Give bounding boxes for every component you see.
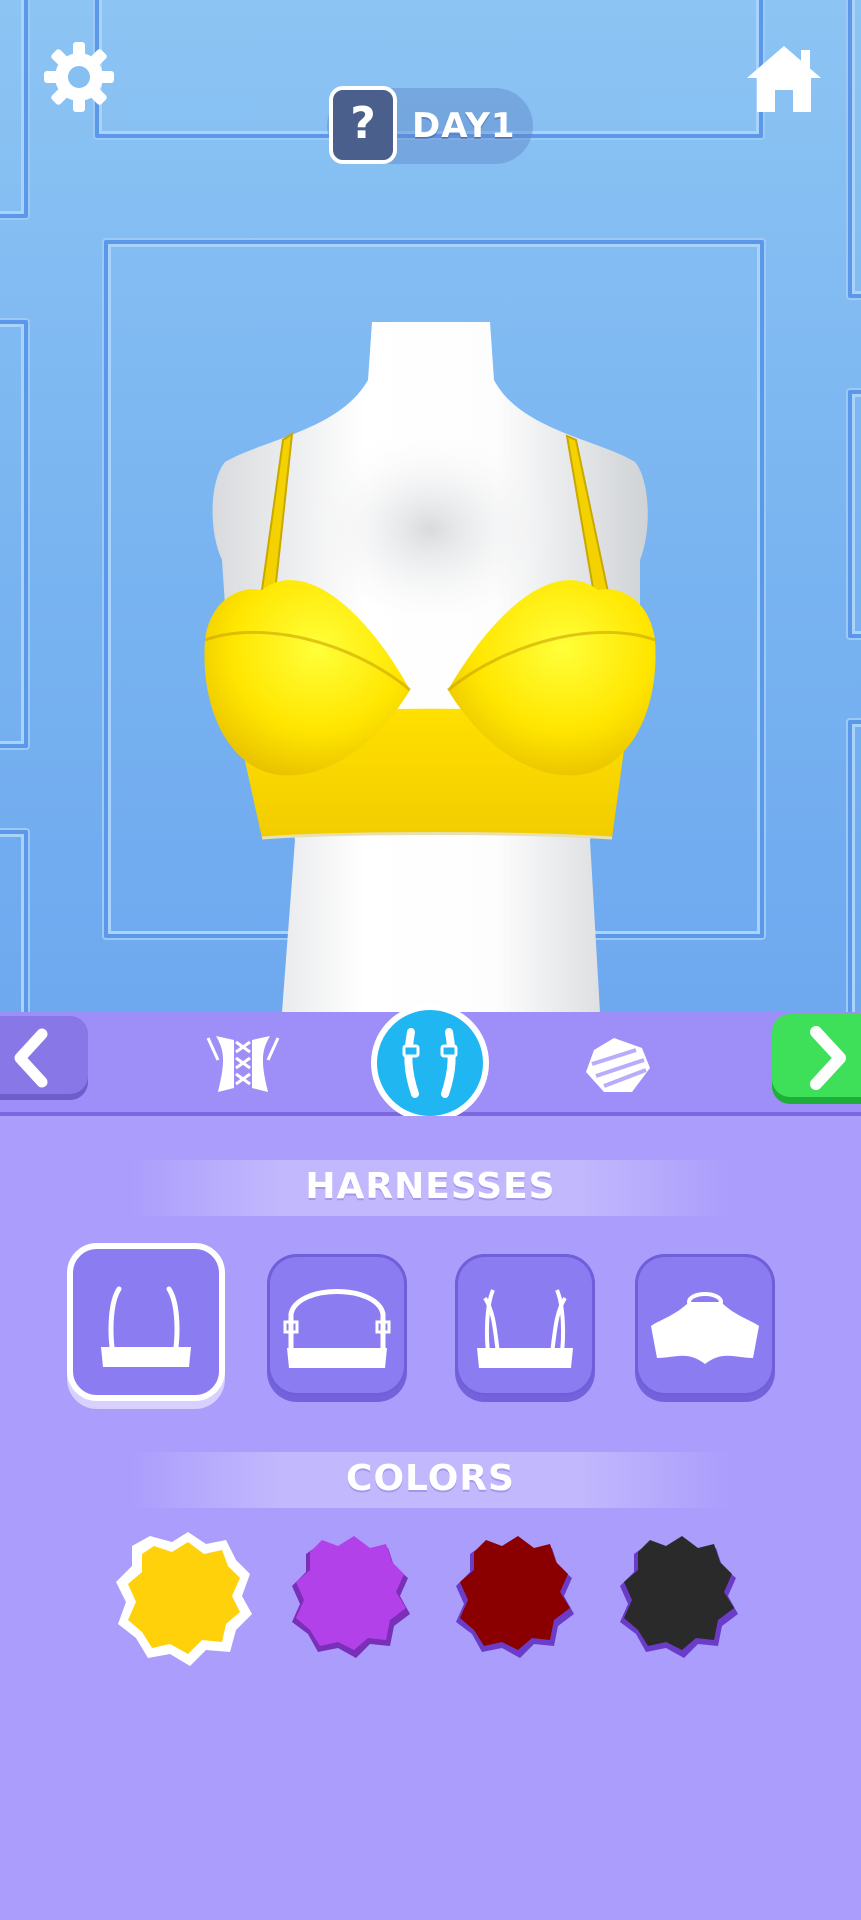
color-swatch-purple[interactable] — [282, 1530, 418, 1666]
high-neck-icon — [651, 1292, 759, 1364]
harnesses-title: HARNESSES — [305, 1166, 556, 1207]
chevron-right-icon — [810, 1026, 846, 1090]
home-icon — [747, 46, 821, 112]
fabric-pattern-icon — [586, 1038, 650, 1092]
harness-straps-icon — [402, 1028, 458, 1098]
tab-corset[interactable] — [204, 1030, 282, 1100]
harness-option-halter[interactable] — [267, 1254, 407, 1396]
help-button[interactable]: ? — [329, 86, 397, 164]
options-panel — [0, 1116, 861, 1920]
color-swatch-black[interactable] — [610, 1530, 746, 1666]
harness-option-double-straps[interactable] — [455, 1254, 595, 1396]
next-category-button[interactable] — [772, 1014, 861, 1104]
harness-option-thin-straps[interactable] — [67, 1243, 225, 1401]
dressing-scene: ? DAY1 — [0, 0, 861, 1012]
gear-icon — [44, 42, 114, 112]
chevron-left-icon — [14, 1028, 48, 1088]
tab-harnesses[interactable] — [371, 1004, 489, 1122]
settings-button[interactable] — [40, 38, 118, 116]
thin-straps-icon — [101, 1286, 191, 1367]
double-straps-icon — [477, 1289, 573, 1368]
prev-category-button[interactable] — [0, 1016, 88, 1100]
color-swatch-dark-red[interactable] — [446, 1530, 582, 1666]
halter-strap-icon — [283, 1289, 391, 1368]
game-screen: ? DAY1 HARNESSES COLORS — [0, 0, 861, 1920]
corset-icon — [206, 1036, 280, 1092]
color-swatch-yellow[interactable] — [110, 1522, 260, 1672]
home-button[interactable] — [745, 42, 823, 116]
day-label: DAY1 — [412, 106, 516, 146]
harness-option-high-neck[interactable] — [635, 1254, 775, 1396]
colors-title: COLORS — [346, 1458, 515, 1499]
tab-fabric[interactable] — [580, 1030, 656, 1100]
